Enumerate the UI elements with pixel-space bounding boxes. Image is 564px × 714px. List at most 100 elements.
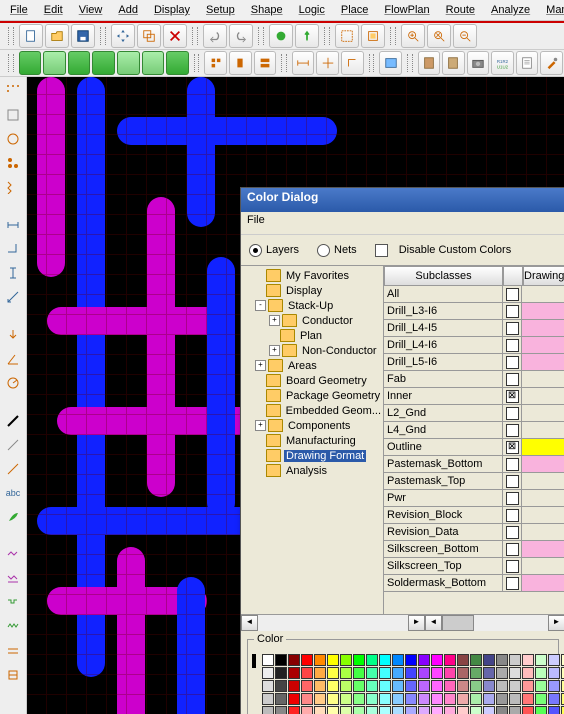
zig4-icon[interactable] — [3, 593, 23, 613]
color-swatch[interactable] — [431, 680, 443, 692]
color-swatch[interactable] — [457, 693, 469, 705]
color-swatch[interactable] — [418, 654, 430, 666]
grid1-button[interactable] — [19, 51, 42, 75]
odb-button[interactable] — [379, 51, 402, 75]
menu-shape[interactable]: Shape — [243, 2, 291, 18]
grid-row[interactable]: Silkscreen_Top — [384, 558, 564, 575]
tree-node[interactable]: -Stack-Up — [241, 298, 383, 313]
delete-button[interactable] — [163, 24, 187, 48]
menu-place[interactable]: Place — [333, 2, 377, 18]
grid-row[interactable]: Drill_L4-I5 — [384, 320, 564, 337]
zig2-icon[interactable] — [3, 545, 23, 565]
nets-radio[interactable]: Nets — [317, 244, 357, 257]
block1-button[interactable] — [204, 51, 227, 75]
leaf-icon[interactable] — [3, 507, 23, 527]
color-swatch[interactable] — [522, 706, 534, 714]
color-swatch[interactable] — [496, 706, 508, 714]
nodes-icon[interactable] — [3, 153, 23, 173]
color-swatch[interactable] — [509, 654, 521, 666]
tree-node[interactable]: My Favorites — [241, 268, 383, 283]
color-swatch[interactable] — [535, 667, 547, 679]
color-swatch[interactable] — [288, 654, 300, 666]
color-swatch[interactable] — [392, 680, 404, 692]
menu-file[interactable]: File — [2, 2, 36, 18]
color-swatch[interactable] — [379, 706, 391, 714]
color-swatch[interactable] — [509, 693, 521, 705]
open-file-button[interactable] — [45, 24, 69, 48]
zoom-fit-button[interactable] — [361, 24, 385, 48]
dim2-icon[interactable] — [3, 239, 23, 259]
color-swatch[interactable] — [366, 706, 378, 714]
color-swatches[interactable] — [262, 654, 564, 714]
color-swatch[interactable] — [405, 654, 417, 666]
color-swatch[interactable] — [483, 706, 495, 714]
color-swatch[interactable] — [353, 654, 365, 666]
line1-icon[interactable] — [3, 411, 23, 431]
grid-row[interactable]: Outline⊠ — [384, 439, 564, 456]
zig3-icon[interactable] — [3, 569, 23, 589]
tree-node[interactable]: Embedded Geom... — [241, 403, 383, 418]
tree-node[interactable]: Drawing Format — [241, 448, 383, 463]
grid-row[interactable]: Soldermask_Bottom — [384, 575, 564, 592]
color-swatch[interactable] — [457, 667, 469, 679]
grid-row[interactable]: Silkscreen_Bottom — [384, 541, 564, 558]
grid-row[interactable]: L2_Gnd — [384, 405, 564, 422]
color-swatch[interactable] — [548, 680, 560, 692]
arrow-down-icon[interactable] — [3, 325, 23, 345]
zigzag-icon[interactable] — [3, 177, 23, 197]
color-swatch[interactable] — [301, 693, 313, 705]
drc-circle-button[interactable] — [269, 24, 293, 48]
grid-row[interactable]: L4_Gnd — [384, 422, 564, 439]
color-swatch[interactable] — [275, 706, 287, 714]
color-swatch[interactable] — [522, 693, 534, 705]
tree-node[interactable]: Display — [241, 283, 383, 298]
menu-edit[interactable]: Edit — [36, 2, 71, 18]
color-swatch[interactable] — [353, 706, 365, 714]
color-swatch[interactable] — [522, 667, 534, 679]
color-swatch[interactable] — [275, 654, 287, 666]
tree-node[interactable]: +Non-Conductor — [241, 343, 383, 358]
dim-h-button[interactable] — [292, 51, 315, 75]
color-swatch[interactable] — [275, 693, 287, 705]
color-swatch[interactable] — [366, 667, 378, 679]
tree-node[interactable]: Plan — [241, 328, 383, 343]
color-swatch[interactable] — [405, 693, 417, 705]
color-swatch[interactable] — [340, 680, 352, 692]
color-swatch[interactable] — [509, 706, 521, 714]
tools-button[interactable] — [540, 51, 563, 75]
color-swatch[interactable] — [327, 667, 339, 679]
snap-dots-icon[interactable] — [3, 81, 23, 101]
grid-row[interactable]: Drill_L4-I6 — [384, 337, 564, 354]
grid6-button[interactable] — [142, 51, 165, 75]
color-swatch[interactable] — [444, 654, 456, 666]
color-swatch[interactable] — [366, 680, 378, 692]
color-swatch[interactable] — [483, 654, 495, 666]
grid-row[interactable]: Pastemask_Top — [384, 473, 564, 490]
grid-row[interactable]: Drill_L3-I6 — [384, 303, 564, 320]
color-swatch[interactable] — [431, 693, 443, 705]
color-swatch[interactable] — [288, 706, 300, 714]
color-swatch[interactable] — [262, 667, 274, 679]
dim-c-button[interactable] — [341, 51, 364, 75]
color-swatch[interactable] — [275, 667, 287, 679]
color-swatch[interactable] — [301, 654, 313, 666]
tree-node[interactable]: Analysis — [241, 463, 383, 478]
color-swatch[interactable] — [392, 706, 404, 714]
line3-icon[interactable] — [3, 459, 23, 479]
color-swatch[interactable] — [535, 680, 547, 692]
color-swatch[interactable] — [327, 654, 339, 666]
color-swatch[interactable] — [314, 706, 326, 714]
color-swatch[interactable] — [470, 680, 482, 692]
circle-icon[interactable] — [3, 129, 23, 149]
color-swatch[interactable] — [548, 693, 560, 705]
color-swatch[interactable] — [327, 680, 339, 692]
color-swatch[interactable] — [288, 693, 300, 705]
doc-button[interactable] — [516, 51, 539, 75]
grid-row[interactable]: All — [384, 286, 564, 303]
col-drawing[interactable]: Drawing — [523, 266, 564, 286]
color-swatch[interactable] — [392, 654, 404, 666]
color-swatch[interactable] — [379, 680, 391, 692]
menu-logic[interactable]: Logic — [291, 2, 333, 18]
tree-node[interactable]: Package Geometry — [241, 388, 383, 403]
disable-colors-checkbox[interactable]: Disable Custom Colors — [375, 244, 512, 257]
